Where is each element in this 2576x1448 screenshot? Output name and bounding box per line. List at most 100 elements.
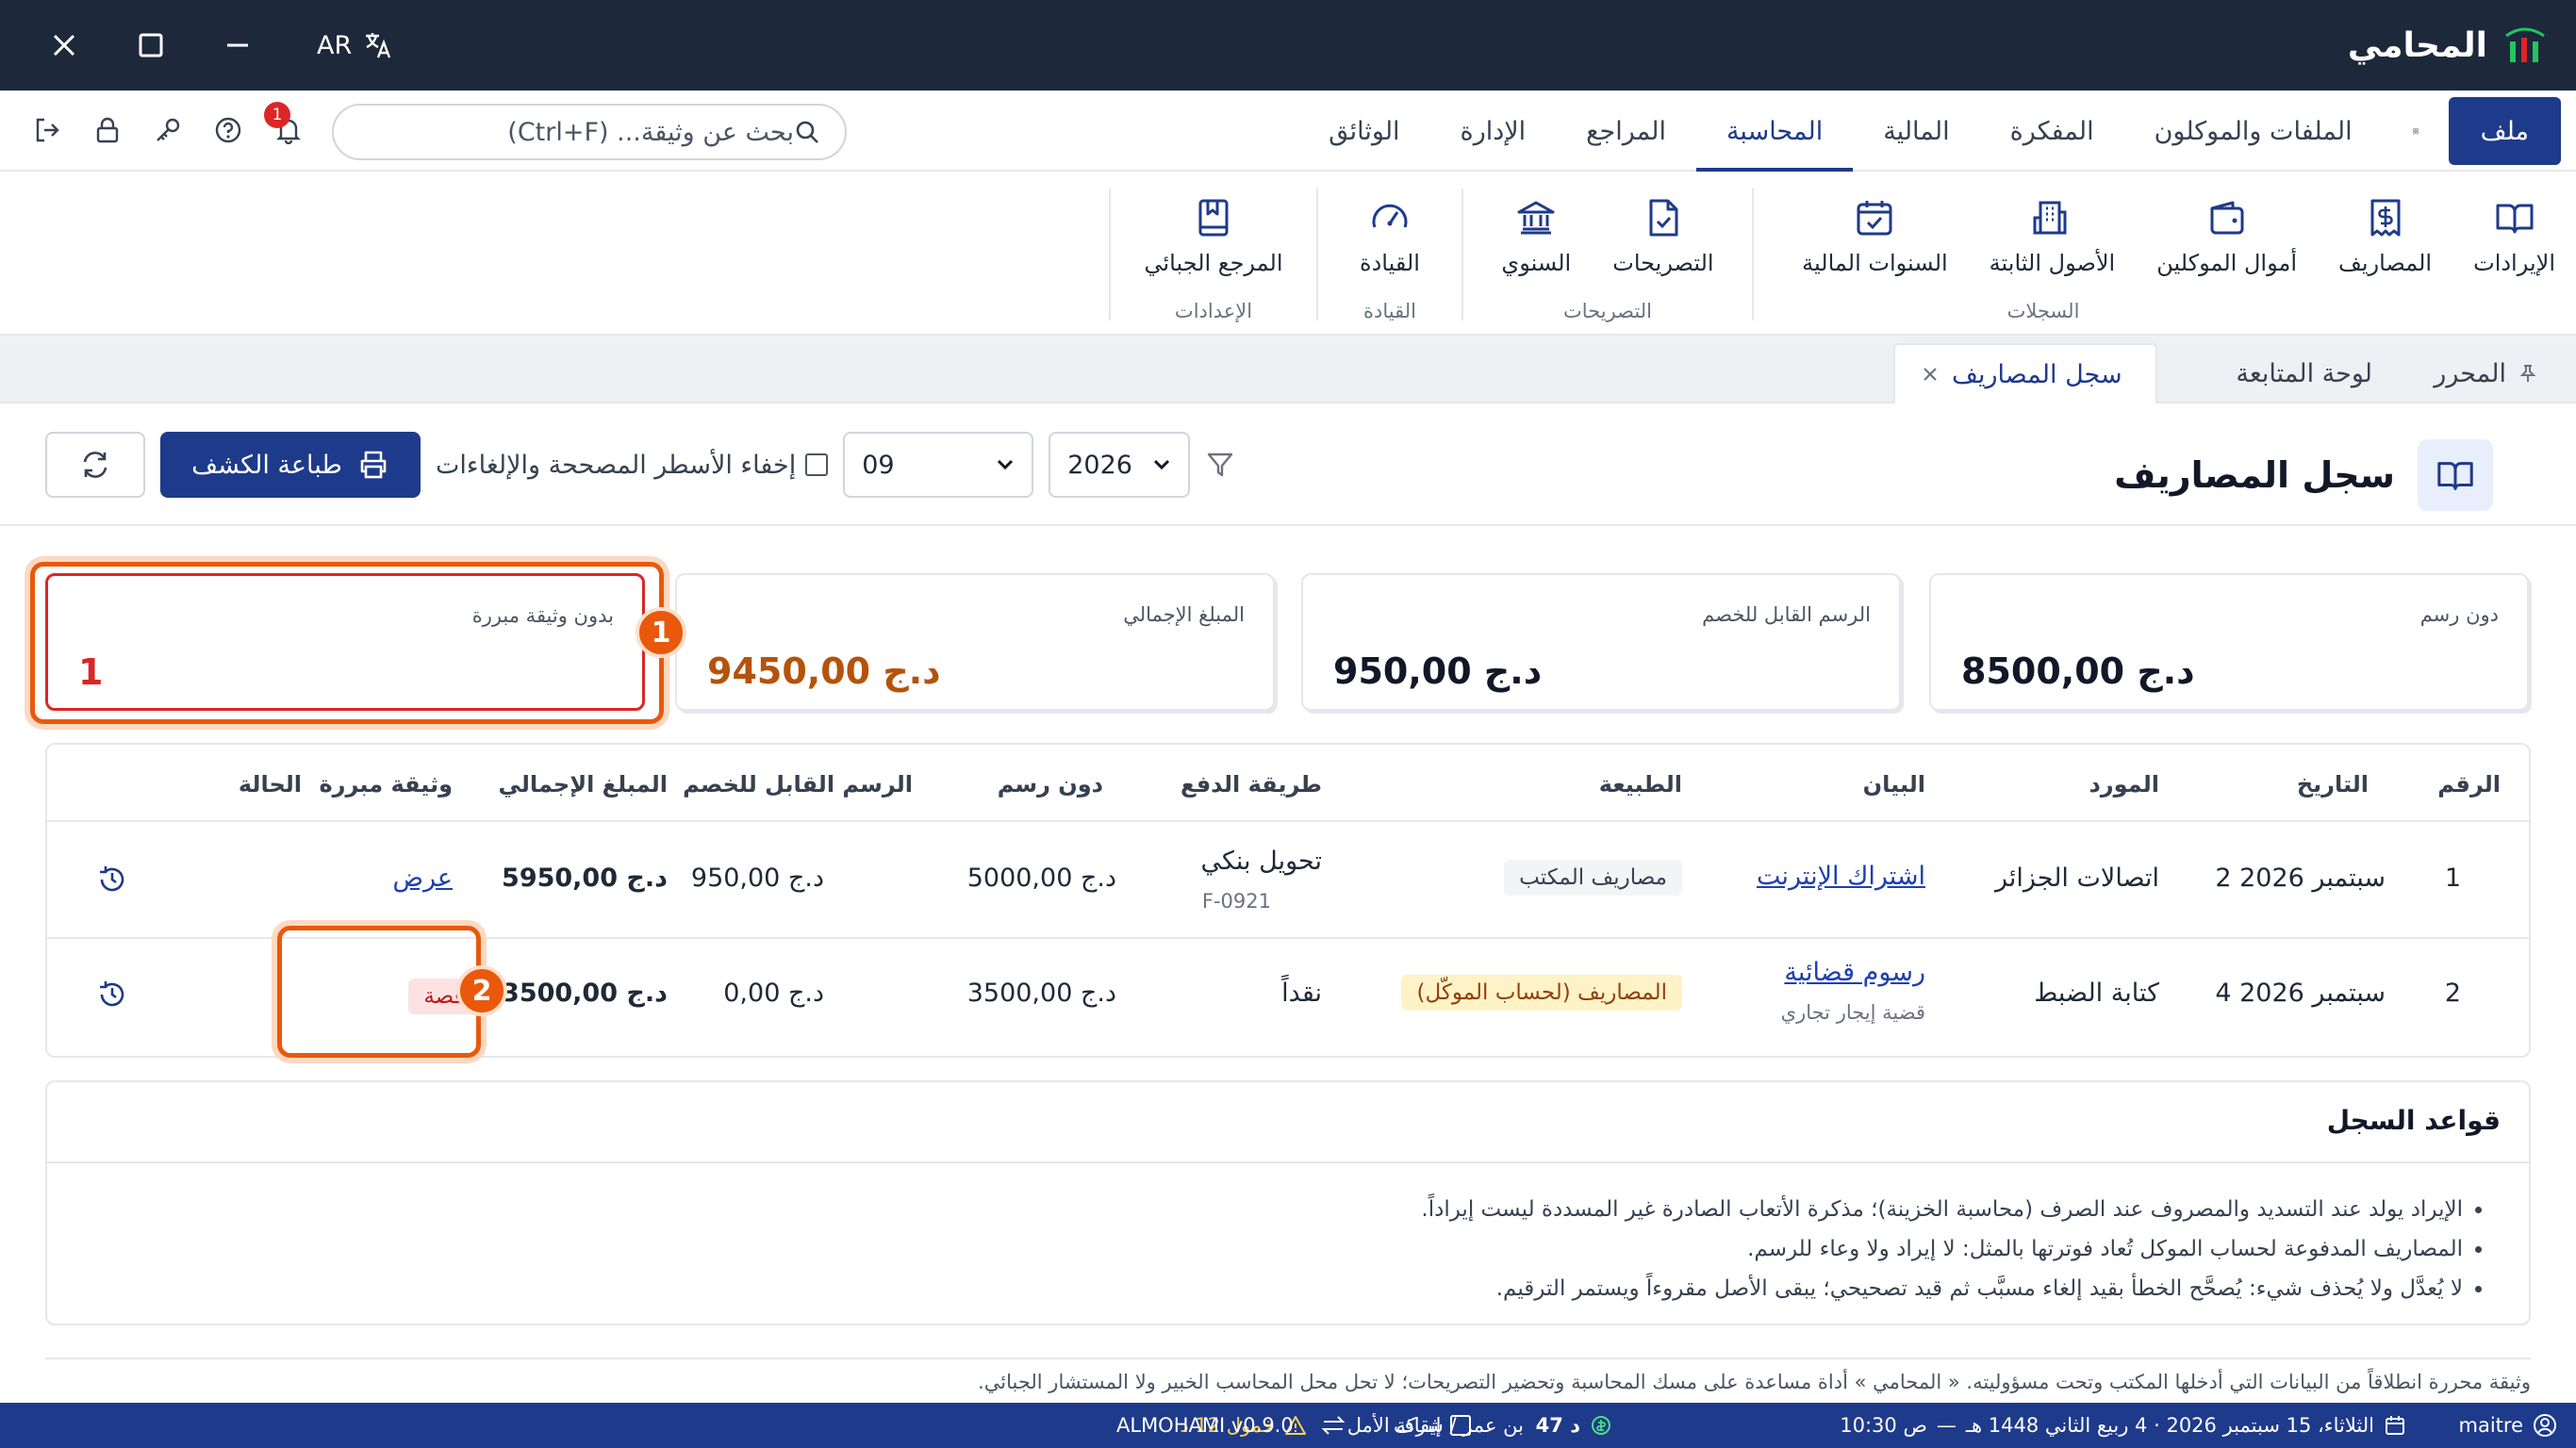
doc-tab-editor[interactable]: المحرر [2434, 343, 2538, 403]
cell-total: 3500,00 د.ج [502, 979, 668, 1008]
language-code: AR [317, 30, 353, 60]
status-time: 10:30 ص [1840, 1414, 1927, 1437]
ribbon-client-funds-button[interactable]: أموال الموكلين [2136, 185, 2318, 288]
menu-tab-finance[interactable]: المالية [1853, 97, 1979, 165]
notification-count-badge: 1 [264, 102, 290, 128]
ribbon-declarations-button[interactable]: التصريحات [1592, 185, 1734, 288]
ribbon-group-label: القيادة [1363, 300, 1416, 322]
ribbon-leadership-button[interactable]: القيادة [1339, 185, 1441, 288]
cell-pre-tax: 3500,00 د.ج [966, 979, 1116, 1008]
hide-corrected-option[interactable]: إخفاء الأسطر المصححة والإلغاءات [436, 451, 829, 480]
cell-vendor: اتصالات الجزائر [1994, 864, 2159, 893]
receipt-dollar-icon [2370, 199, 2401, 237]
open-book-icon [2418, 439, 2493, 511]
expenses-register-page: سجل المصاريف طباعة الكشف إخفاء الأسطر ال… [0, 403, 2576, 1403]
main-menu-tabs: ملف الملفات والموكلون المفكرة المالية ال… [1298, 97, 2561, 172]
search-icon[interactable] [794, 119, 820, 145]
rule-item: المصاريف المدفوعة لحساب الموكل تُعاد فوت… [1421, 1229, 2463, 1269]
ribbon-expenses-button[interactable]: المصاريف [2318, 185, 2452, 288]
menu-tab-references[interactable]: المراجع [1556, 97, 1696, 165]
ribbon-group-label: التصريحات [1563, 300, 1652, 322]
year-select[interactable]: 2026 [1049, 432, 1191, 498]
bookmark-book-icon [1198, 199, 1229, 237]
status-credit-value: 47 د [1535, 1414, 1580, 1437]
menu-tab-accounting[interactable]: المحاسبة [1695, 97, 1854, 172]
refresh-button[interactable] [45, 432, 145, 498]
history-icon[interactable] [96, 864, 128, 896]
divider [45, 1358, 2531, 1359]
rule-item: لا يُعدَّل ولا يُحذف شيء: يُصحَّح الخطأ … [1421, 1269, 2463, 1308]
ribbon-separator [1461, 189, 1463, 321]
menu-tab-files-clients[interactable]: الملفات والموكلون [2124, 97, 2383, 165]
pause-checkbox[interactable] [1450, 1415, 1472, 1436]
menu-tab-agenda[interactable]: المفكرة [1980, 97, 2124, 165]
ribbon-revenues-button[interactable]: الإيرادات [2452, 185, 2576, 288]
ribbon-client-funds-label: أموال الموكلين [2156, 250, 2297, 276]
cell-tax: 0,00 د.ج [723, 979, 824, 1008]
view-receipt-link[interactable]: عرض [392, 864, 453, 893]
print-label: طباعة الكشف [191, 450, 342, 480]
printer-icon [360, 451, 387, 479]
search-box [332, 104, 847, 160]
bank-icon [1517, 201, 1555, 235]
document-tabs: المحرر لوحة المتابعة سجل المصاريف [0, 336, 2576, 403]
calendar-check-icon [1857, 201, 1892, 236]
menu-tab-documents[interactable]: الوثائق [1298, 97, 1429, 165]
document-check-icon [1649, 199, 1678, 237]
filter-icon[interactable] [1205, 450, 1235, 480]
register-rules-panel: قواعد السجل الإيراد يولد عند التسديد وال… [45, 1080, 2531, 1325]
apps-grid-icon [2412, 128, 2419, 134]
stat-label: دون رسم [2419, 603, 2499, 626]
cell-description-link[interactable]: اشتراك الإنترنت [1757, 862, 1925, 891]
search-input[interactable] [358, 117, 794, 147]
lock-button[interactable] [89, 109, 126, 151]
ribbon-fiscal-years-button[interactable]: السنوات المالية [1781, 185, 1969, 288]
logout-button[interactable] [28, 109, 66, 151]
doc-tab-dashboard[interactable]: لوحة المتابعة [2236, 343, 2372, 403]
chevron-down-icon [1154, 459, 1170, 470]
pause-button[interactable]: إيقاف [1394, 1403, 1472, 1448]
key-button[interactable] [149, 109, 187, 151]
close-window-button[interactable] [38, 21, 91, 70]
rules-title: قواعد السجل [2326, 1105, 2501, 1136]
help-button[interactable] [209, 109, 247, 151]
annotation-marker: 2 [456, 965, 507, 1016]
doc-tab-expenses-register[interactable]: سجل المصاريف [1893, 343, 2157, 403]
title-bar: المحامي AR [0, 0, 2576, 90]
apps-grid-button[interactable] [2383, 97, 2449, 165]
hide-corrected-checkbox[interactable] [805, 453, 829, 476]
cell-num: 2 [2444, 979, 2461, 1008]
sync-icon[interactable] [1320, 1403, 1346, 1448]
col-header-description: البيان [1862, 771, 1925, 798]
maximize-icon [139, 33, 163, 58]
print-statement-button[interactable]: طباعة الكشف [160, 432, 421, 498]
ribbon-fixed-assets-button[interactable]: الأصول الثابتة [1969, 185, 2137, 288]
logout-icon [36, 118, 59, 142]
month-select[interactable]: 09 [843, 432, 1034, 498]
pin-icon[interactable] [2518, 363, 2538, 384]
col-header-vendor: المورد [2089, 771, 2159, 798]
translate-icon [366, 33, 391, 58]
status-user[interactable]: maitre [2459, 1403, 2558, 1448]
ribbon-tax-reference-button[interactable]: المرجع الجبائي [1123, 185, 1303, 288]
cell-date: 4 سبتمبر 2026 [2215, 979, 2386, 1008]
language-switch[interactable]: AR [317, 30, 393, 60]
minimize-window-button[interactable] [211, 21, 264, 70]
ribbon-leadership-label: القيادة [1360, 250, 1420, 276]
notifications-button[interactable]: 1 [264, 102, 307, 151]
stat-value: 9450,00 د.ج [707, 650, 941, 692]
table-row[interactable]: 1 2 سبتمبر 2026 اتصالات الجزائر اشتراك ا… [47, 824, 2529, 939]
maximize-window-button[interactable] [124, 21, 177, 70]
history-icon[interactable] [96, 979, 128, 1011]
nature-badge: المصاريف (لحساب الموكّل) [1401, 975, 1682, 1011]
ribbon-annual-button[interactable]: السنوي [1480, 185, 1592, 288]
annotation-marker: 1 [636, 607, 686, 658]
cell-description-link[interactable]: رسوم قضائية [1784, 958, 1925, 987]
ribbon-group-settings: المرجع الجبائي الإعدادات [1113, 185, 1314, 326]
col-header-date: التاريخ [2296, 771, 2369, 798]
month-value: 09 [862, 450, 895, 480]
menu-tab-admin[interactable]: الإدارة [1430, 97, 1557, 165]
menu-file[interactable]: ملف [2448, 97, 2561, 165]
stat-value: 1 [78, 651, 104, 693]
close-tab-icon[interactable] [1920, 364, 1940, 385]
